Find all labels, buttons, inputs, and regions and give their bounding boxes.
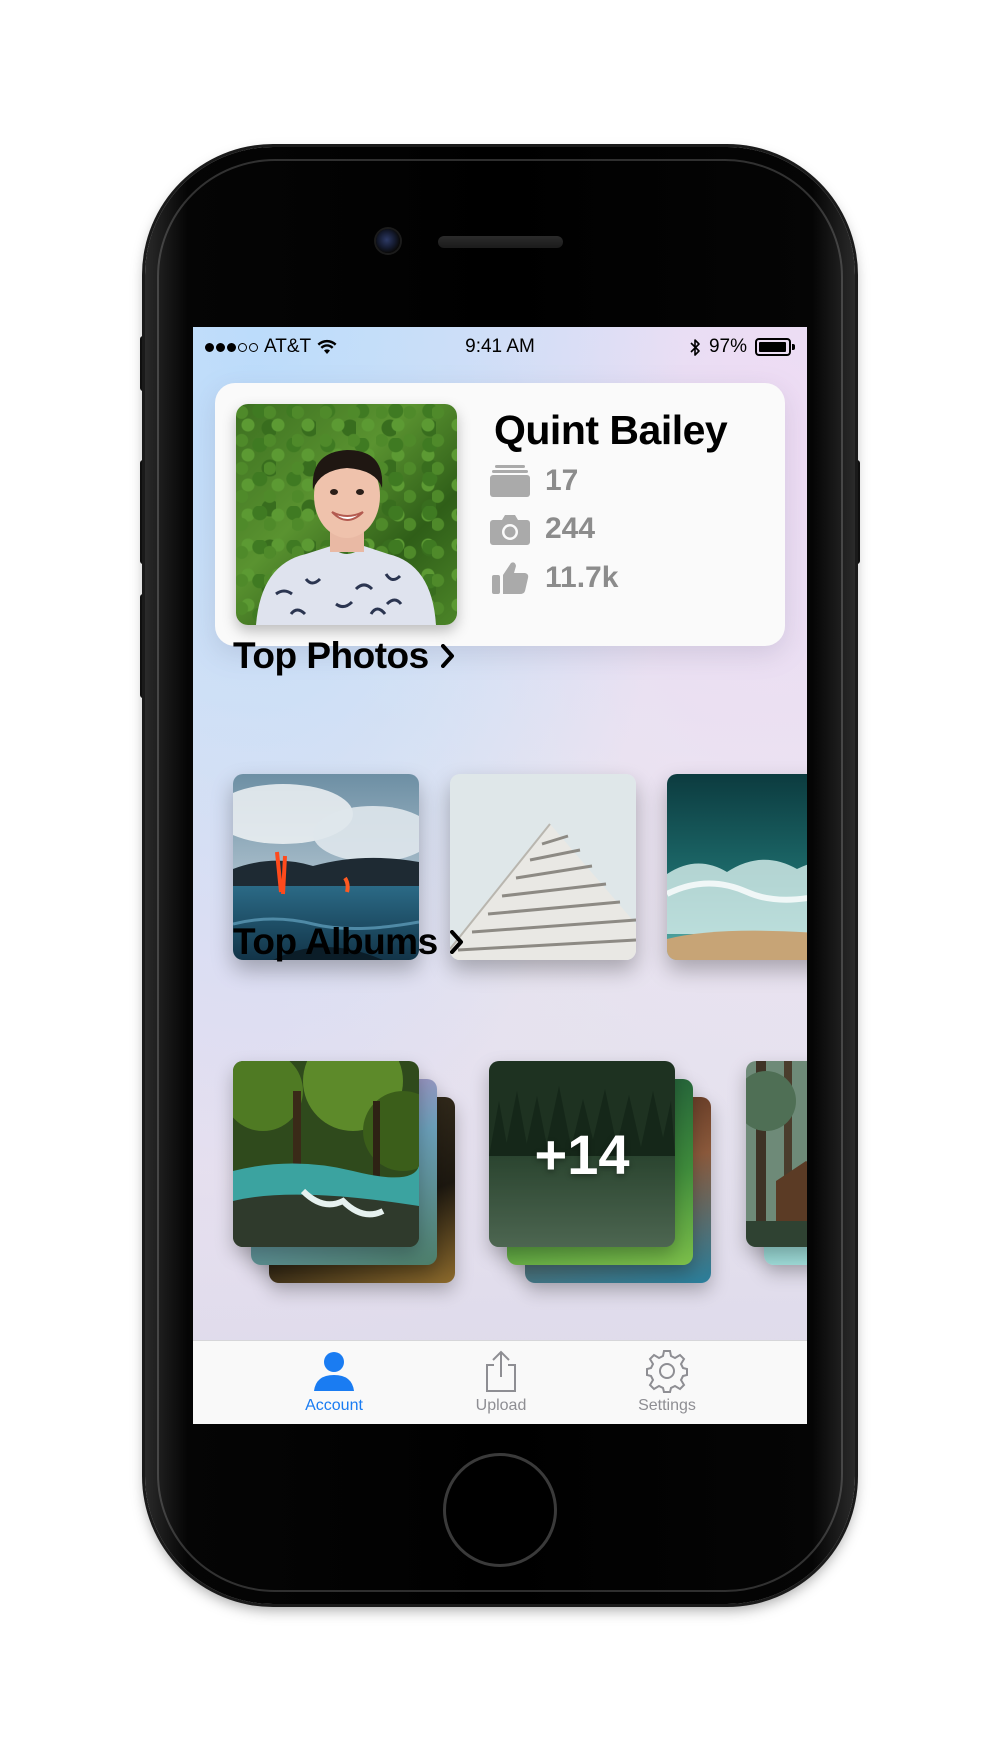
tab-upload-label: Upload xyxy=(475,1397,527,1414)
photo-tile-building[interactable] xyxy=(450,774,636,960)
profile-avatar[interactable] xyxy=(236,404,457,625)
stat-photos: 244 xyxy=(489,511,595,547)
tab-settings-label: Settings xyxy=(638,1397,696,1414)
album-layer-front xyxy=(233,1061,419,1247)
cabin-forest-photo xyxy=(746,1061,807,1247)
chevron-right-icon xyxy=(449,930,463,954)
bluetooth-icon xyxy=(690,338,700,356)
album-stack-icon xyxy=(490,465,530,497)
profile-card[interactable]: Quint Bailey 17 244 11.7k xyxy=(215,383,785,646)
earpiece-speaker xyxy=(438,236,563,248)
tab-account-label: Account xyxy=(305,1397,363,1414)
home-button[interactable] xyxy=(443,1453,557,1567)
stat-albums: 17 xyxy=(489,463,578,499)
status-bar: AT&T 9:41 AM 97% xyxy=(193,327,807,367)
chevron-right-icon xyxy=(440,644,454,668)
tab-settings[interactable]: Settings xyxy=(602,1349,732,1415)
thumbs-up-icon xyxy=(492,562,529,594)
waterfall-forest-photo xyxy=(233,1061,419,1247)
camera-icon xyxy=(490,515,530,545)
person-portrait-graphic xyxy=(256,450,436,625)
user-name: Quint Bailey xyxy=(494,407,728,453)
photo-tile-ocean-waves[interactable] xyxy=(667,774,807,960)
top-albums-header[interactable]: Top Albums xyxy=(233,921,464,963)
stat-likes: 11.7k xyxy=(489,560,618,596)
like-count-value: 11.7k xyxy=(545,561,619,594)
album-layer-front xyxy=(746,1061,807,1247)
photo-count-value: 244 xyxy=(545,512,596,545)
status-right: 97% xyxy=(689,336,795,358)
battery-icon xyxy=(755,338,795,356)
top-albums-title: Top Albums xyxy=(233,921,438,962)
top-photos-header[interactable]: Top Photos xyxy=(233,635,455,677)
album-extra-count: +14 xyxy=(534,1122,630,1186)
album-count-value: 17 xyxy=(545,464,579,497)
front-camera xyxy=(376,229,400,253)
building-photo xyxy=(450,774,636,960)
tab-bar: Account Upload Settings xyxy=(193,1340,807,1424)
ocean-waves-photo xyxy=(667,774,807,960)
person-icon xyxy=(314,1352,354,1391)
share-upload-icon xyxy=(486,1350,516,1392)
album-layer-front: +14 xyxy=(489,1061,675,1247)
tab-account[interactable]: Account xyxy=(269,1349,399,1415)
battery-percent: 97% xyxy=(708,336,747,357)
top-photos-title: Top Photos xyxy=(233,635,429,676)
app-screen: AT&T 9:41 AM 97% Quint Bailey 17 244 11.… xyxy=(193,327,807,1424)
gear-icon xyxy=(646,1350,688,1393)
tab-upload[interactable]: Upload xyxy=(436,1349,566,1415)
